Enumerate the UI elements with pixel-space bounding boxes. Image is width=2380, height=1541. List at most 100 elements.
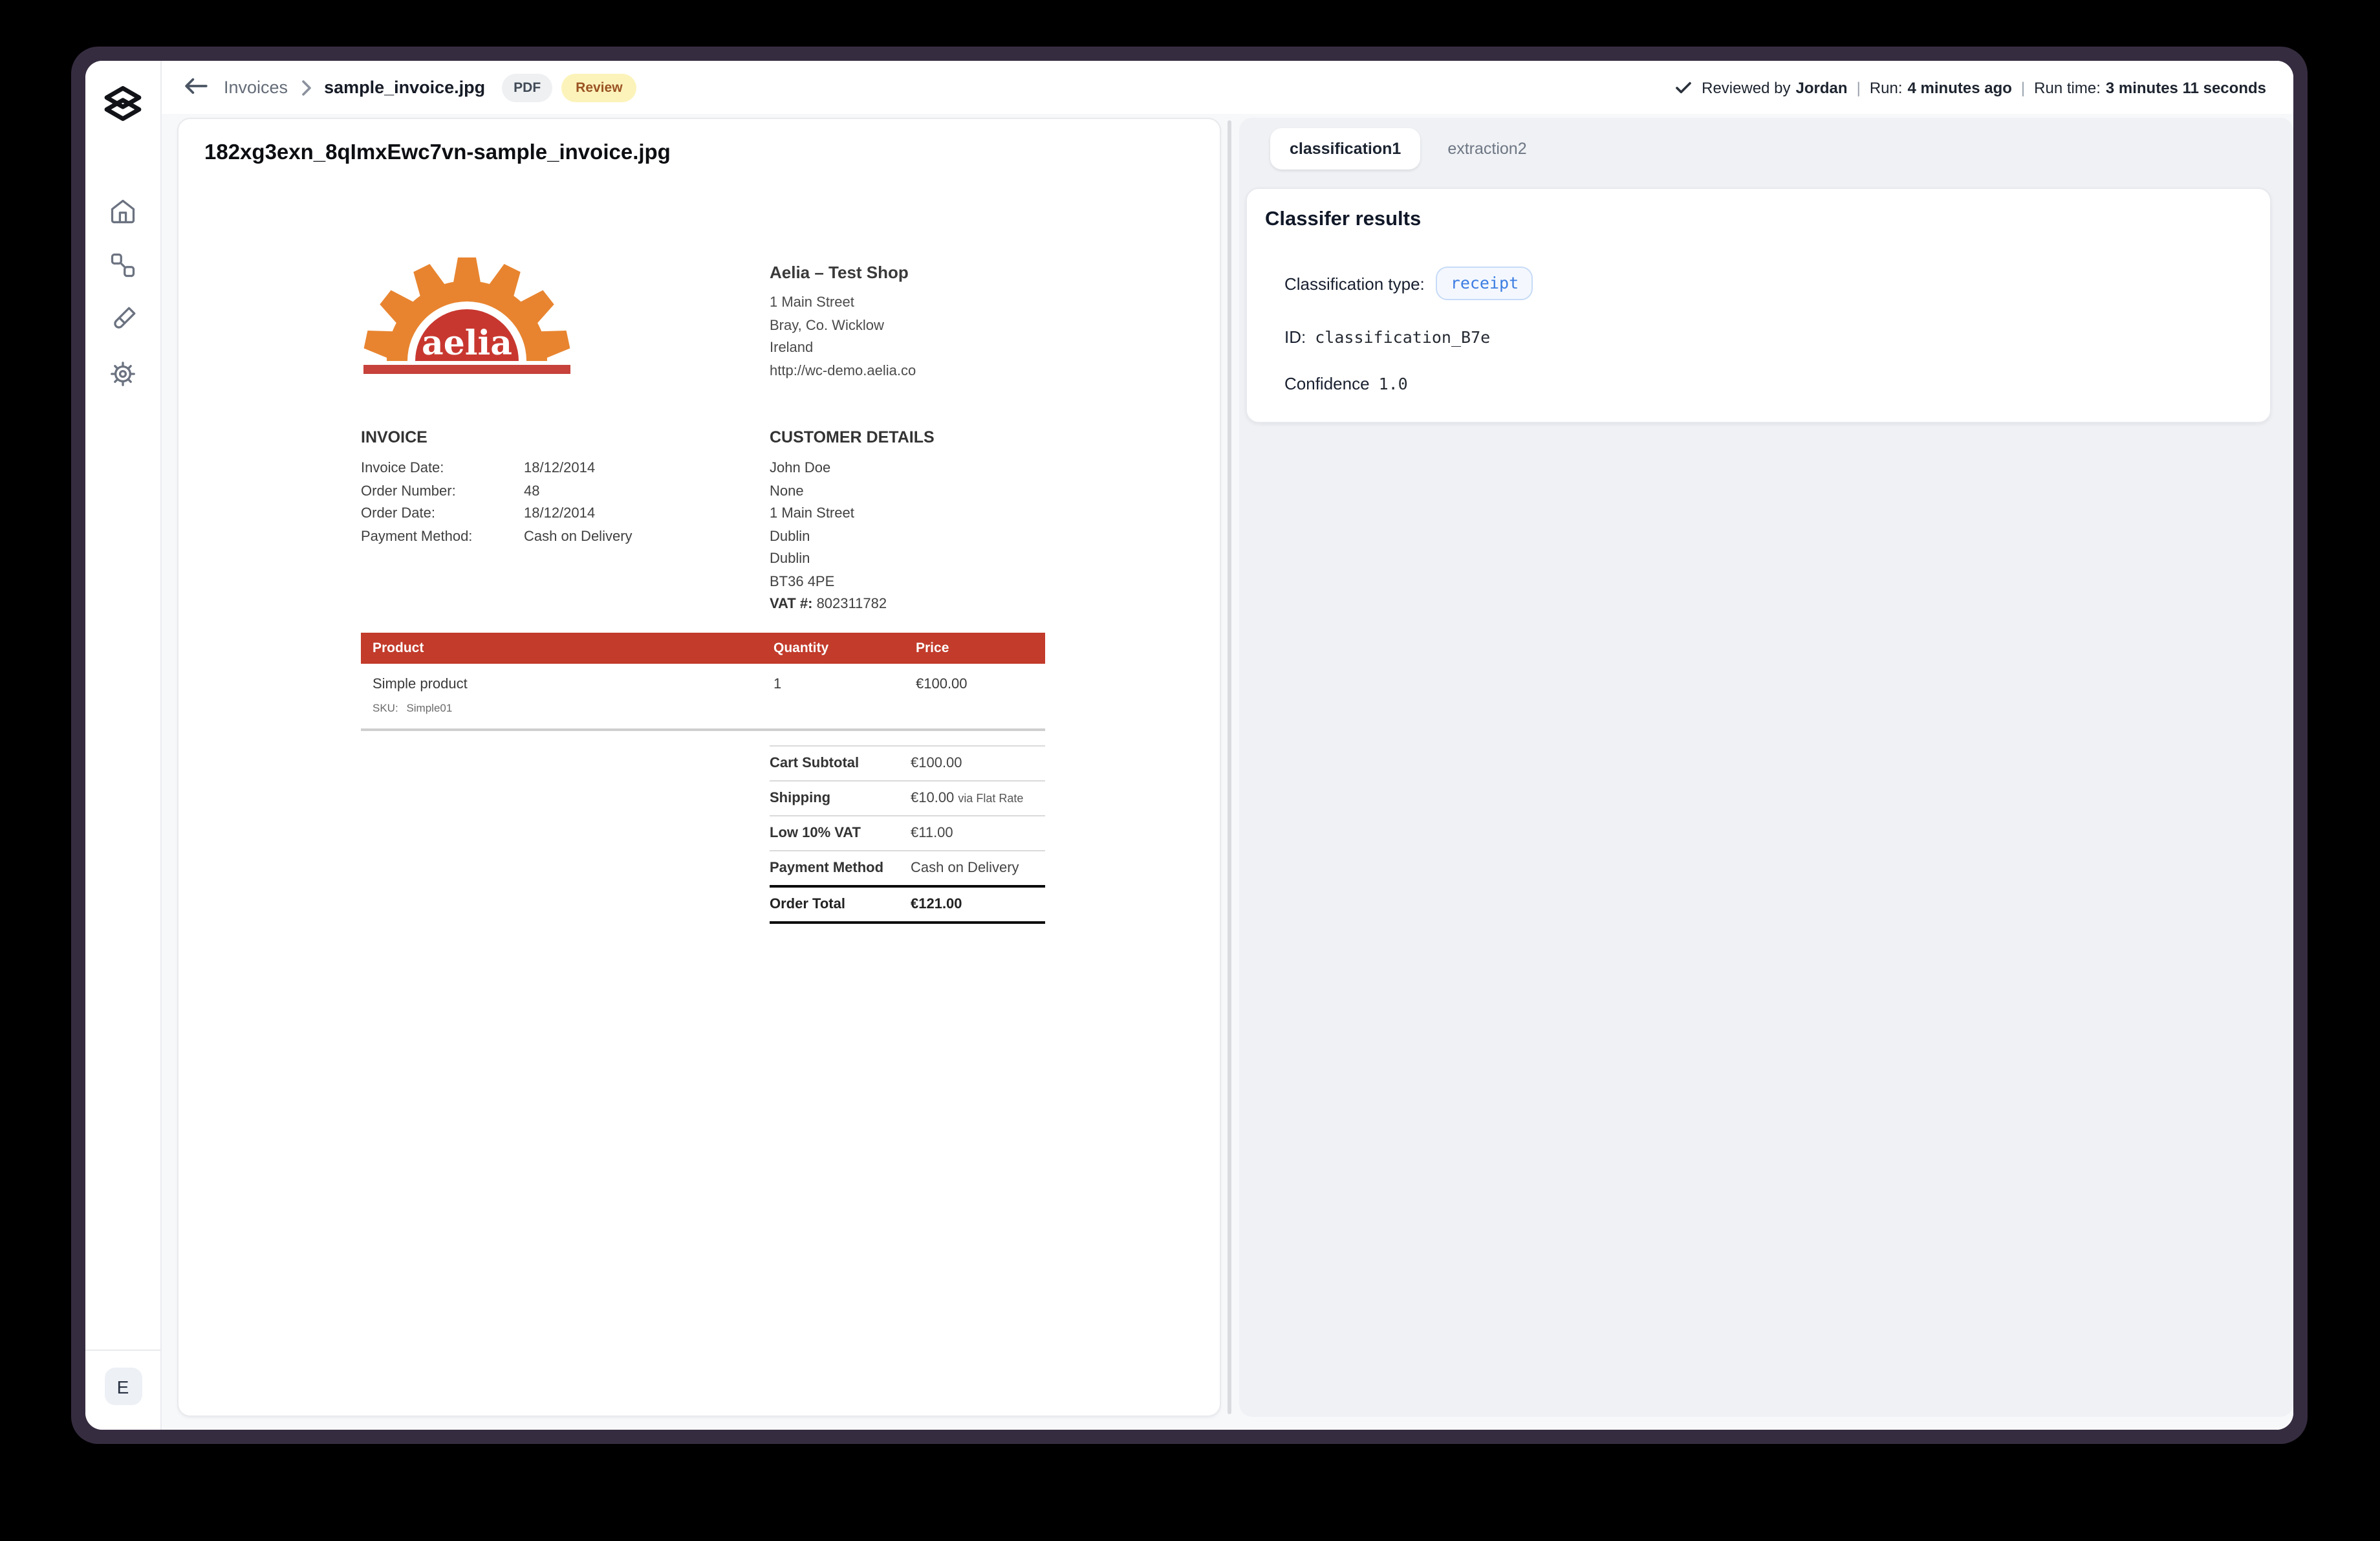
sidebar-item-home[interactable] <box>101 190 145 234</box>
invoice-field: Order Number: 48 <box>361 481 633 503</box>
col-product: Product <box>361 640 774 656</box>
reviewer-name: Jordan <box>1796 78 1848 96</box>
invoice-field: Payment Method: Cash on Delivery <box>361 526 633 549</box>
id-label: ID: <box>1284 327 1306 347</box>
col-price: Price <box>916 640 1045 656</box>
total-value: €121.00 <box>911 897 962 912</box>
totals-table: Cart Subtotal €100.00 Shipping €10.00 vi… <box>770 745 1045 924</box>
pane-divider[interactable] <box>1221 118 1239 1417</box>
customer-line: BT36 4PE <box>770 571 935 594</box>
workflow-icon <box>109 250 137 283</box>
field-label: Order Number: <box>361 481 524 503</box>
sidebar-item-settings[interactable] <box>101 353 145 397</box>
back-button[interactable] <box>184 77 208 98</box>
run-label: Run: <box>1870 78 1903 96</box>
scrollbar-thumb[interactable] <box>1228 120 1231 1414</box>
sidebar-divider <box>85 1350 160 1351</box>
totals-row: Cart Subtotal €100.00 <box>770 745 1045 781</box>
table-divider <box>361 728 1045 731</box>
tab-extraction2[interactable]: extraction2 <box>1447 140 1526 158</box>
content-split: 182xg3exn_8qImxEwc7vn-sample_invoice.jpg <box>162 114 2293 1430</box>
invoice-field: Invoice Date: 18/12/2014 <box>361 458 633 481</box>
invoice-meta: INVOICE Invoice Date: 18/12/2014 Order N… <box>361 428 633 549</box>
item-price: €100.00 <box>916 677 1045 692</box>
items-table: Product Quantity Price Simple product 1 … <box>361 633 1045 731</box>
shop-address-line: Ireland <box>770 338 916 360</box>
item-quantity: 1 <box>774 677 916 692</box>
runtime-value: 3 minutes 11 seconds <box>2106 78 2266 96</box>
document-title: 182xg3exn_8qImxEwc7vn-sample_invoice.jpg <box>204 141 671 166</box>
document-viewer: 182xg3exn_8qImxEwc7vn-sample_invoice.jpg <box>177 118 1221 1417</box>
settings-gear-icon <box>109 359 137 391</box>
review-status-badge: Review <box>561 73 636 102</box>
customer-heading: CUSTOMER DETAILS <box>770 428 935 446</box>
item-sku: SKU: Simple01 <box>361 701 1045 714</box>
confidence-row: Confidence 1.0 <box>1284 374 2249 393</box>
item-product: Simple product <box>361 677 774 692</box>
results-panel: classification1 extraction2 Classifer re… <box>1239 118 2293 1417</box>
shop-address-line: 1 Main Street <box>770 292 916 315</box>
app-window: E Invoices <box>71 47 2308 1444</box>
col-quantity: Quantity <box>774 640 916 656</box>
shop-details: Aelia – Test Shop 1 Main Street Bray, Co… <box>770 263 916 383</box>
breadcrumb-invoices-link[interactable]: Invoices <box>224 78 288 97</box>
classification-id-row: ID: classification_B7e <box>1284 327 2249 347</box>
total-value: €100.00 <box>911 756 962 771</box>
test-tube-icon <box>109 305 137 337</box>
tab-classification1[interactable]: classification1 <box>1270 128 1420 169</box>
customer-line: 1 Main Street <box>770 503 935 526</box>
field-value: 18/12/2014 <box>524 458 595 481</box>
total-label: Order Total <box>770 897 911 912</box>
sku-label: SKU: <box>373 701 398 714</box>
confidence-label: Confidence <box>1284 374 1370 393</box>
field-label: Payment Method: <box>361 526 524 549</box>
status-separator: | <box>2012 78 2034 96</box>
user-avatar[interactable]: E <box>104 1368 142 1405</box>
total-label: Payment Method <box>770 860 911 876</box>
status-separator: | <box>1848 78 1870 96</box>
runtime-label: Run time: <box>2034 78 2101 96</box>
run-status: Reviewed by Jordan | Run: 4 minutes ago … <box>1674 78 2266 96</box>
customer-details: CUSTOMER DETAILS John Doe None 1 Main St… <box>770 428 935 617</box>
customer-line: Dublin <box>770 549 935 571</box>
run-value: 4 minutes ago <box>1908 78 2012 96</box>
total-label: Low 10% VAT <box>770 825 911 841</box>
total-label: Cart Subtotal <box>770 756 911 771</box>
customer-line: John Doe <box>770 458 935 481</box>
sidebar-item-workflows[interactable] <box>101 245 145 289</box>
field-value: Cash on Delivery <box>524 526 633 549</box>
vat-label: VAT #: <box>770 596 812 612</box>
home-icon <box>109 196 137 228</box>
app-logo-icon <box>103 85 142 122</box>
totals-row: Shipping €10.00 via Flat Rate <box>770 781 1045 816</box>
id-value: classification_B7e <box>1315 327 1490 347</box>
pdf-badge: PDF <box>502 73 552 102</box>
classifier-results-title: Classifer results <box>1265 208 2249 232</box>
field-label: Invoice Date: <box>361 458 524 481</box>
totals-row: Payment Method Cash on Delivery <box>770 851 1045 888</box>
total-value: Cash on Delivery <box>911 860 1019 876</box>
desktop-background: E Invoices <box>0 0 2380 1541</box>
invoice-field: Order Date: 18/12/2014 <box>361 503 633 526</box>
totals-row: Low 10% VAT €11.00 <box>770 816 1045 851</box>
vat-value: 802311782 <box>817 596 887 612</box>
table-row: Simple product 1 €100.00 <box>361 664 1045 692</box>
total-value: €11.00 <box>911 825 953 841</box>
invoice-heading: INVOICE <box>361 428 633 446</box>
app-surface: E Invoices <box>85 61 2293 1430</box>
chevron-right-icon <box>301 80 311 95</box>
sidebar: E <box>85 61 162 1430</box>
svg-text:aelia: aelia <box>422 323 512 363</box>
field-label: Order Date: <box>361 503 524 526</box>
customer-line: Dublin <box>770 526 935 549</box>
sidebar-item-evaluations[interactable] <box>101 299 145 343</box>
classification-type-label: Classification type: <box>1284 274 1425 293</box>
total-value: €10.00 <box>911 791 954 806</box>
field-value: 48 <box>524 481 540 503</box>
totals-row-order-total: Order Total €121.00 <box>770 888 1045 924</box>
check-icon <box>1674 81 1691 94</box>
reviewed-by-label: Reviewed by <box>1702 78 1790 96</box>
sidebar-nav <box>101 190 145 408</box>
panel-tabs: classification1 extraction2 <box>1270 128 2293 169</box>
shop-address-line: Bray, Co. Wicklow <box>770 315 916 338</box>
